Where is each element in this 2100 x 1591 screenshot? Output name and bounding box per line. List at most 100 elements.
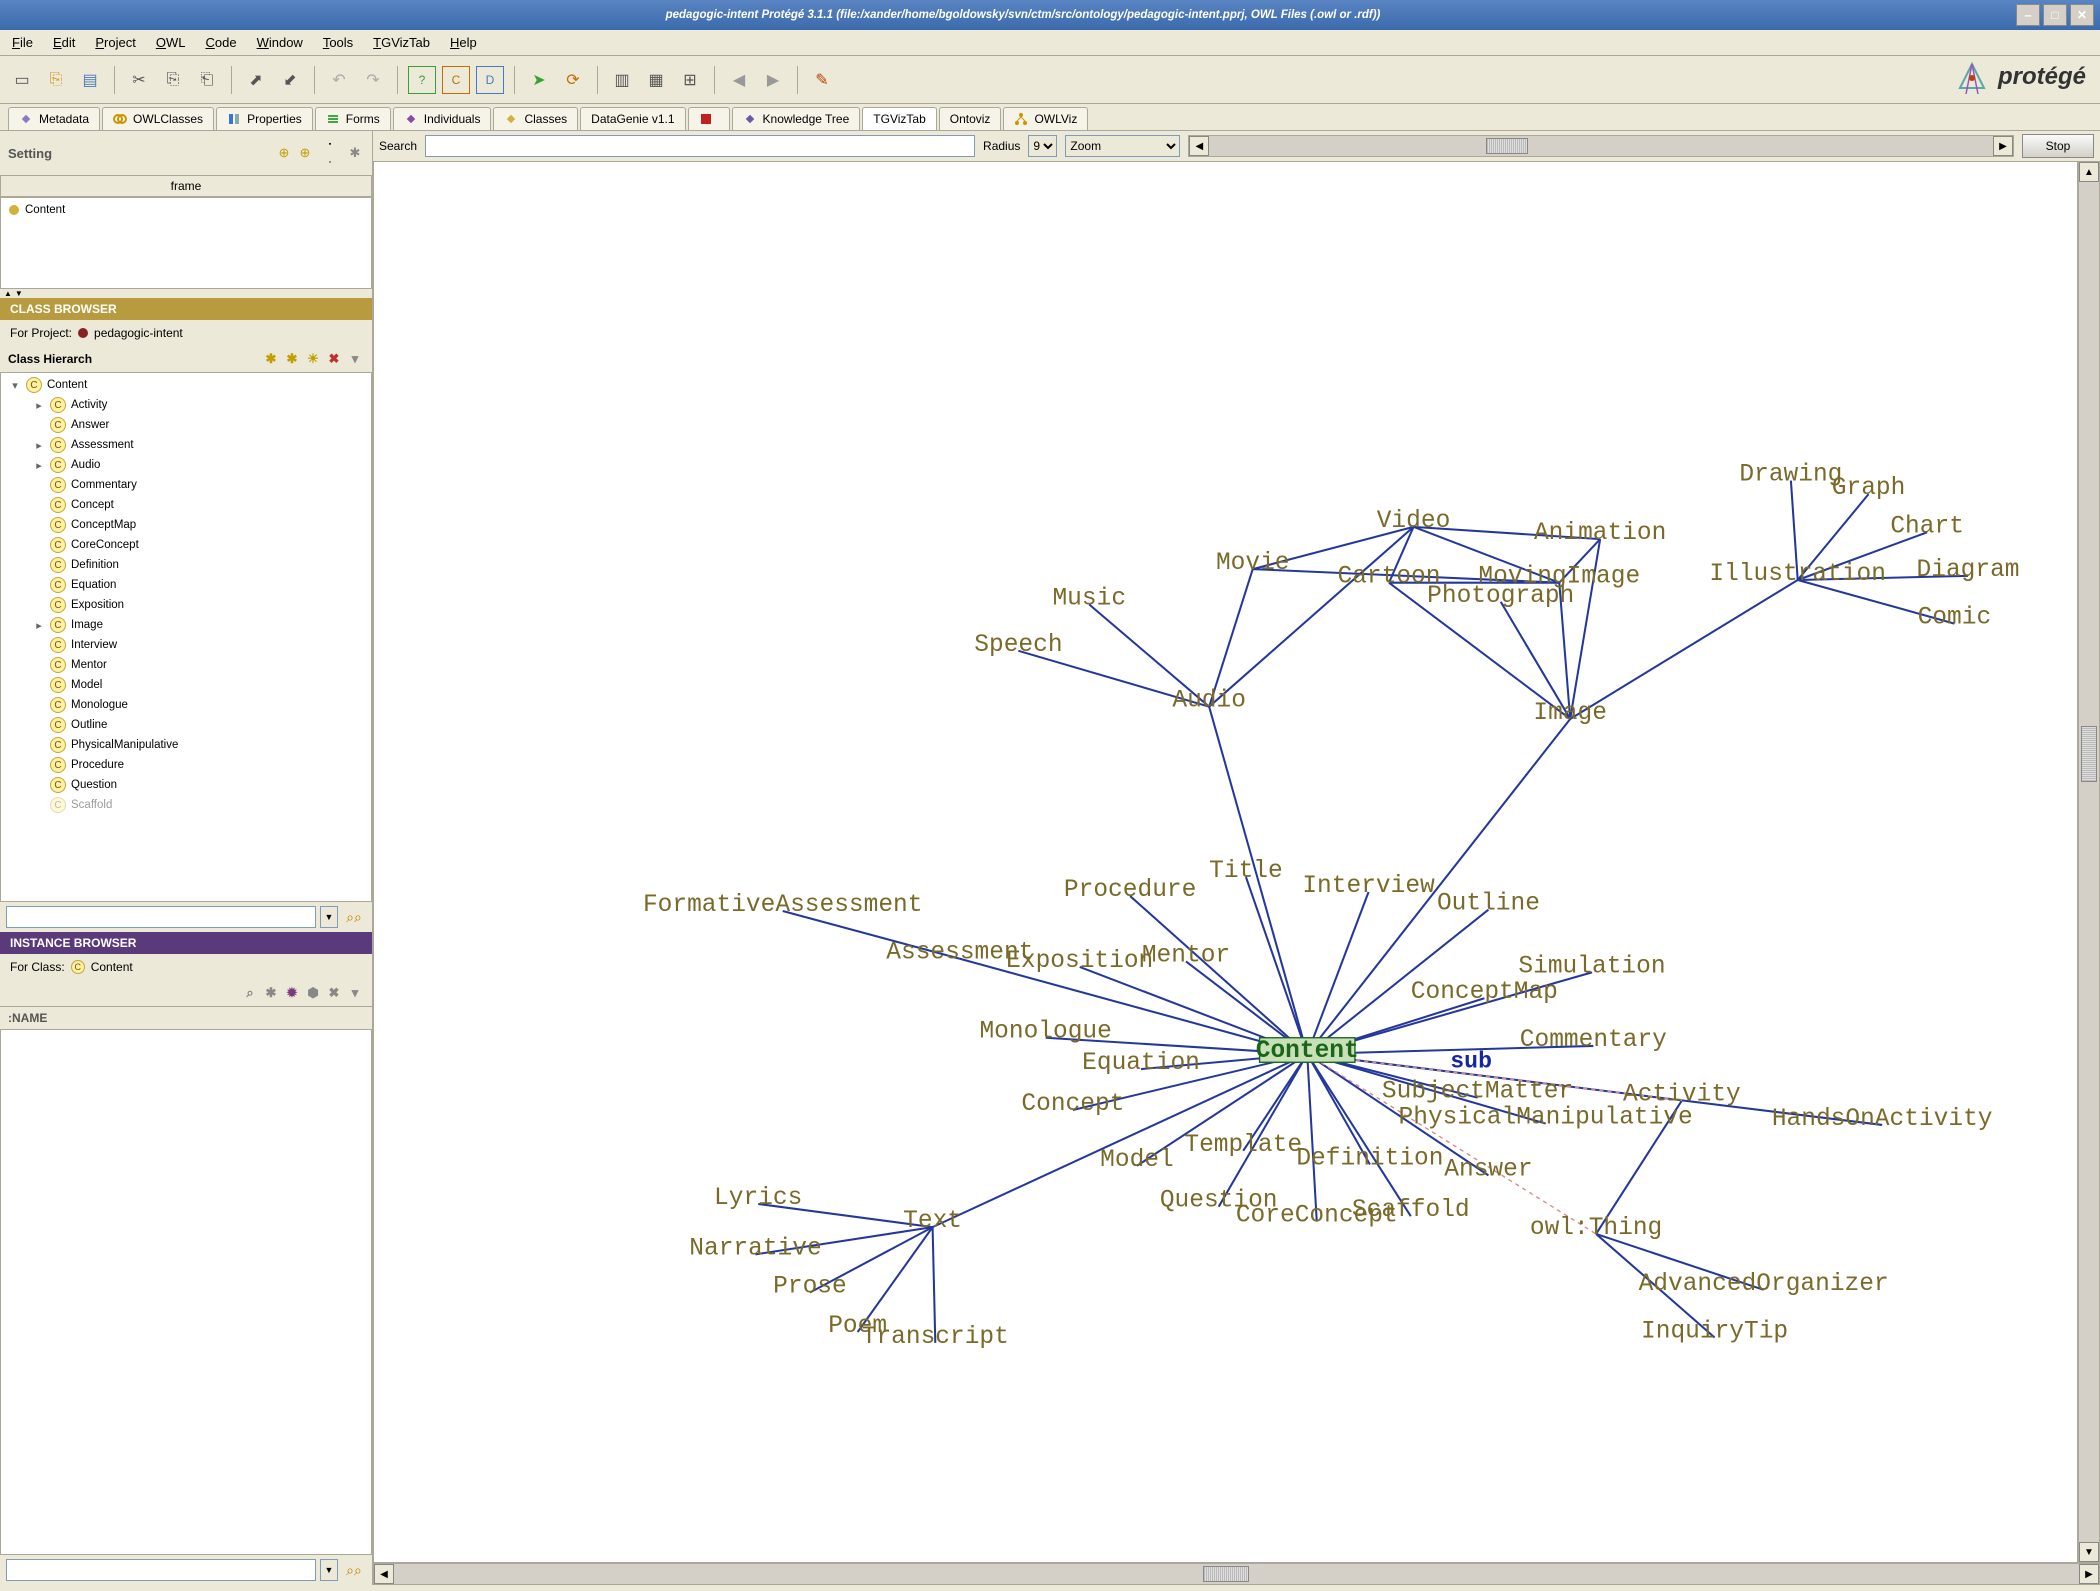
- action-icon[interactable]: ☀: [304, 350, 322, 368]
- close-button[interactable]: ✕: [2070, 4, 2094, 26]
- binoculars-icon[interactable]: ⌕⌕: [342, 1562, 366, 1579]
- action-icon[interactable]: ✱: [262, 350, 280, 368]
- run-icon[interactable]: ➤: [525, 66, 553, 94]
- help-icon[interactable]: ?: [408, 66, 436, 94]
- tree-item-outline[interactable]: COutline: [1, 715, 371, 735]
- refresh-icon[interactable]: ⟳: [559, 66, 587, 94]
- tab-datagenie-v1-1[interactable]: DataGenie v1.1: [580, 107, 685, 130]
- dropdown-icon[interactable]: ▾: [346, 984, 364, 1002]
- vscroll-thumb[interactable]: [2081, 726, 2098, 782]
- copy-icon[interactable]: ⎘: [159, 66, 187, 94]
- tree-item-question[interactable]: CQuestion: [1, 775, 371, 795]
- tree-item-equation[interactable]: CEquation: [1, 575, 371, 595]
- prev-icon[interactable]: ◀: [725, 66, 753, 94]
- window-icon[interactable]: ▦: [642, 66, 670, 94]
- tree-item-audio[interactable]: ▸CAudio: [1, 455, 371, 475]
- tab-red-square[interactable]: [688, 107, 730, 130]
- divider-arrows[interactable]: ▲▼: [0, 289, 372, 298]
- dropdown-button[interactable]: ▼: [320, 906, 338, 928]
- tree-item-interview[interactable]: CInterview: [1, 635, 371, 655]
- maximize-button[interactable]: □: [2043, 4, 2067, 26]
- tree-item-commentary[interactable]: CCommentary: [1, 475, 371, 495]
- open-file-icon[interactable]: ⎘: [42, 66, 70, 94]
- tree-item-content[interactable]: ▾CContent: [1, 375, 371, 395]
- tree-item-mentor[interactable]: CMentor: [1, 655, 371, 675]
- tab-properties[interactable]: Properties: [216, 107, 313, 130]
- search-input[interactable]: [425, 135, 975, 157]
- hscroll-thumb[interactable]: [1203, 1566, 1249, 1582]
- tree-item-model[interactable]: CModel: [1, 675, 371, 695]
- doc-icon[interactable]: ▥: [608, 66, 636, 94]
- delete-icon[interactable]: ✖: [325, 984, 343, 1002]
- menu-owl[interactable]: OWL: [156, 35, 186, 50]
- menu-project[interactable]: Project: [95, 35, 135, 50]
- next-icon[interactable]: ▶: [759, 66, 787, 94]
- tab-owlclasses[interactable]: OWLClasses: [102, 107, 214, 130]
- menu-edit[interactable]: Edit: [53, 35, 75, 50]
- tab-metadata[interactable]: Metadata: [8, 107, 100, 130]
- new-file-icon[interactable]: ▭: [8, 66, 36, 94]
- scroll-right-icon[interactable]: ▶: [1993, 136, 2013, 156]
- instance-filter-input[interactable]: [6, 1559, 316, 1581]
- grid-icon[interactable]: ⊞: [676, 66, 704, 94]
- instance-list[interactable]: [0, 1029, 372, 1555]
- binoculars-icon[interactable]: ⌕⌕: [342, 909, 366, 926]
- tab-owlviz[interactable]: OWLViz: [1003, 107, 1088, 130]
- stop-button[interactable]: Stop: [2022, 134, 2094, 158]
- tab-knowledge-tree[interactable]: Knowledge Tree: [732, 107, 861, 130]
- edit-icon[interactable]: ✎: [808, 66, 836, 94]
- tree-item-coreconcept[interactable]: CCoreConcept: [1, 535, 371, 555]
- tree-item-assessment[interactable]: ▸CAssessment: [1, 435, 371, 455]
- horizontal-scrollbar[interactable]: ◀ ▶: [373, 1563, 2100, 1585]
- scroll-up-icon[interactable]: ▲: [2079, 162, 2099, 182]
- import-icon[interactable]: ⬋: [276, 66, 304, 94]
- menu-window[interactable]: Window: [257, 35, 303, 50]
- zoom-slider[interactable]: ◀ ▶: [1188, 135, 2014, 157]
- icon[interactable]: ⬢: [304, 984, 322, 1002]
- scroll-right-icon[interactable]: ▶: [2079, 1564, 2099, 1584]
- menu-tgviztab[interactable]: TGVizTab: [373, 35, 430, 50]
- menu-help[interactable]: Help: [450, 35, 477, 50]
- menu-code[interactable]: Code: [205, 35, 236, 50]
- scroll-thumb[interactable]: [1486, 138, 1528, 154]
- zoom-select[interactable]: Zoom: [1065, 135, 1180, 157]
- action-icon[interactable]: ✱: [283, 350, 301, 368]
- tree-item-definition[interactable]: CDefinition: [1, 555, 371, 575]
- tab-forms[interactable]: Forms: [315, 107, 391, 130]
- burst-icon[interactable]: ✱: [346, 144, 364, 162]
- graph-canvas[interactable]: VideoMovieCartoonMovingImageAnimationPho…: [373, 161, 2078, 1563]
- dropdown-icon[interactable]: ▾: [346, 350, 364, 368]
- scroll-down-icon[interactable]: ▼: [2079, 1542, 2099, 1562]
- tree-item-activity[interactable]: ▸CActivity: [1, 395, 371, 415]
- paste-icon[interactable]: ⎗: [193, 66, 221, 94]
- minimize-button[interactable]: ‒: [2016, 4, 2040, 26]
- toggle-icons[interactable]: ▪▫: [321, 135, 339, 171]
- save-file-icon[interactable]: ▤: [76, 66, 104, 94]
- d-icon[interactable]: D: [476, 66, 504, 94]
- dropdown-button[interactable]: ▼: [320, 1559, 338, 1581]
- scroll-left-icon[interactable]: ◀: [1189, 136, 1209, 156]
- add-icon[interactable]: ⊕: [275, 144, 293, 162]
- tab-tgviztab[interactable]: TGVizTab: [862, 107, 936, 130]
- redo-icon[interactable]: ↷: [359, 66, 387, 94]
- class-tree[interactable]: ▾CContent▸CActivityCAnswer▸CAssessment▸C…: [0, 372, 372, 902]
- tab-ontoviz[interactable]: Ontoviz: [939, 107, 1002, 130]
- burst-icon[interactable]: ✹: [283, 984, 301, 1002]
- tree-item-exposition[interactable]: CExposition: [1, 595, 371, 615]
- class-filter-input[interactable]: [6, 906, 316, 928]
- scroll-left-icon[interactable]: ◀: [374, 1564, 394, 1584]
- tree-item-monologue[interactable]: CMonologue: [1, 695, 371, 715]
- tree-item-image[interactable]: ▸CImage: [1, 615, 371, 635]
- tree-item-concept[interactable]: CConcept: [1, 495, 371, 515]
- delete-icon[interactable]: ✖: [325, 350, 343, 368]
- tree-item-conceptmap[interactable]: CConceptMap: [1, 515, 371, 535]
- cut-icon[interactable]: ✂: [125, 66, 153, 94]
- export-icon[interactable]: ⬈: [242, 66, 270, 94]
- undo-icon[interactable]: ↶: [325, 66, 353, 94]
- c-icon[interactable]: C: [442, 66, 470, 94]
- tab-classes[interactable]: Classes: [493, 107, 578, 130]
- add-icon[interactable]: ✱: [262, 984, 280, 1002]
- radius-select[interactable]: 9: [1028, 135, 1057, 157]
- add-person-icon[interactable]: ⊕: [296, 144, 314, 162]
- vertical-scrollbar[interactable]: ▲ ▼: [2078, 161, 2100, 1563]
